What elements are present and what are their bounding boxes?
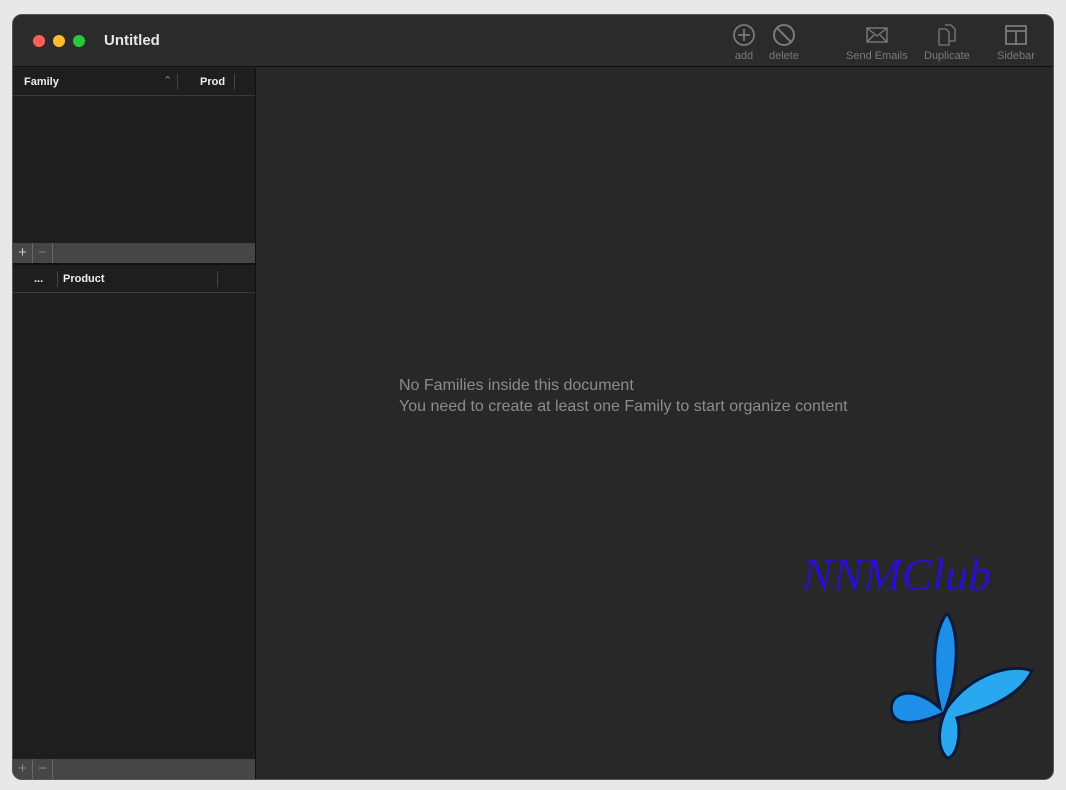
prohibit-icon xyxy=(772,24,795,46)
empty-state-message: No Families inside this document You nee… xyxy=(399,375,848,417)
column-product[interactable]: Product xyxy=(63,273,105,285)
empty-line-1: No Families inside this document xyxy=(399,377,634,394)
sort-ascending-icon: ⌃ xyxy=(163,75,173,87)
close-button[interactable] xyxy=(33,35,45,47)
app-window: Untitled add delete Send Emails Duplicat… xyxy=(12,14,1054,780)
zoom-button[interactable] xyxy=(73,35,85,47)
sidebar: Family ⌃ Prod + − ... Product + − xyxy=(13,68,256,779)
butterfly-icon xyxy=(889,613,1035,760)
send-emails-label: Send Emails xyxy=(846,50,908,62)
duplicate-icon xyxy=(938,24,956,46)
send-emails-button[interactable]: Send Emails xyxy=(846,23,908,62)
watermark-text: NNMClub xyxy=(802,549,992,600)
families-table-header: Family ⌃ Prod xyxy=(13,68,255,96)
add-label: add xyxy=(734,50,754,62)
delete-label: delete xyxy=(769,50,799,62)
remove-family-button[interactable]: − xyxy=(33,243,53,263)
duplicate-button[interactable]: Duplicate xyxy=(924,23,970,62)
minimize-button[interactable] xyxy=(53,35,65,47)
envelope-icon xyxy=(866,27,888,43)
duplicate-label: Duplicate xyxy=(924,50,970,62)
main-content: No Families inside this document You nee… xyxy=(257,68,1053,779)
delete-button[interactable]: delete xyxy=(769,23,799,62)
plus-circle-icon xyxy=(733,24,755,46)
add-button[interactable]: add xyxy=(732,23,756,62)
title-bar: Untitled add delete Send Emails Duplicat… xyxy=(13,15,1053,67)
products-table-header: ... Product xyxy=(13,265,255,293)
empty-line-2: You need to create at least one Family t… xyxy=(399,398,848,415)
products-button-bar: + − xyxy=(13,759,255,779)
families-list[interactable] xyxy=(13,97,255,242)
add-product-button[interactable]: + xyxy=(13,759,33,779)
sidebar-button[interactable]: Sidebar xyxy=(997,23,1035,62)
column-more[interactable]: ... xyxy=(34,273,43,285)
remove-product-button[interactable]: − xyxy=(33,759,53,779)
add-family-button[interactable]: + xyxy=(13,243,33,263)
families-button-bar: + − xyxy=(13,243,255,263)
column-prod[interactable]: Prod xyxy=(200,76,225,88)
sidebar-label: Sidebar xyxy=(997,50,1035,62)
products-list[interactable] xyxy=(13,294,255,758)
sidebar-icon xyxy=(1005,25,1027,45)
window-title: Untitled xyxy=(104,32,160,49)
column-family[interactable]: Family xyxy=(24,76,59,88)
